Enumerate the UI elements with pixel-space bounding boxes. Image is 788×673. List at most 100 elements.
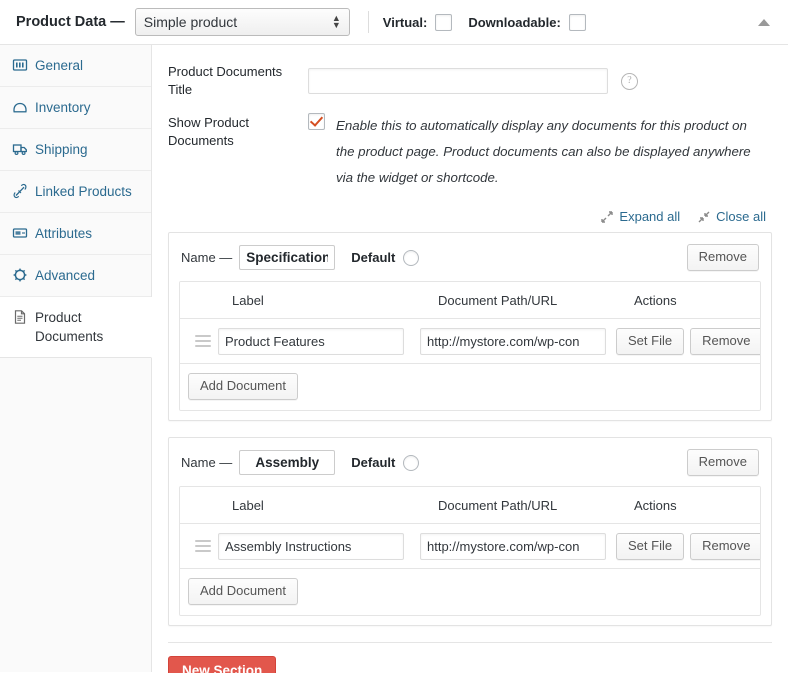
sidebar-item-advanced[interactable]: Advanced xyxy=(0,255,151,297)
document-actions-cell: Set FileRemove xyxy=(616,533,761,560)
downloadable-checkbox-group: Downloadable: xyxy=(468,14,585,31)
product-documents-panel: Product Documents Title ? Show Product D… xyxy=(152,45,788,672)
metabox-body: General Inventory Shipping Linked Products A… xyxy=(0,45,788,672)
product-type-select-wrap: Simple productGrouped productExternal/Af… xyxy=(135,8,350,36)
virtual-label: Virtual: xyxy=(383,15,428,30)
section-default-radio[interactable] xyxy=(403,455,419,471)
add-document-button[interactable]: Add Document xyxy=(188,578,298,605)
documents-title-row: Product Documents Title ? xyxy=(168,63,772,99)
sidebar-item-inventory[interactable]: Inventory xyxy=(0,87,151,129)
virtual-checkbox[interactable] xyxy=(435,14,452,31)
sidebar-item-attributes[interactable]: Attributes xyxy=(0,213,151,255)
document-icon xyxy=(12,309,28,326)
sidebar-item-label: Attributes xyxy=(35,224,92,243)
sidebar-item-linked-products[interactable]: Linked Products xyxy=(0,171,151,213)
section-name-input[interactable] xyxy=(239,245,335,270)
close-all-link[interactable]: Close all xyxy=(698,209,766,224)
document-section: Name —DefaultRemoveLabelDocument Path/UR… xyxy=(168,232,772,421)
documents-table: LabelDocument Path/URLActions Set FileRem… xyxy=(179,486,761,616)
column-header-url: Document Path/URL xyxy=(434,293,634,308)
documents-table-header: LabelDocument Path/URLActions xyxy=(180,282,760,319)
linked-products-icon xyxy=(12,183,28,200)
set-file-button[interactable]: Set File xyxy=(616,533,684,560)
product-type-select[interactable]: Simple productGrouped productExternal/Af… xyxy=(135,8,350,36)
virtual-checkbox-group: Virtual: xyxy=(383,14,453,31)
panel-footer: New Section xyxy=(168,642,772,673)
sidebar-item-label: Advanced xyxy=(35,266,95,285)
collapse-arrows-icon xyxy=(698,211,710,223)
section-name-label: Name — xyxy=(181,455,232,470)
show-documents-row: Show Product Documents Enable this to au… xyxy=(168,113,772,191)
document-url-input[interactable] xyxy=(420,533,606,560)
expand-all-link[interactable]: Expand all xyxy=(601,209,680,224)
section-default-label: Default xyxy=(351,455,395,470)
add-document-row: Add Document xyxy=(180,364,760,410)
documents-table: LabelDocument Path/URLActions Set FileRem… xyxy=(179,281,761,411)
remove-document-button[interactable]: Remove xyxy=(690,328,761,355)
document-url-input[interactable] xyxy=(420,328,606,355)
sidebar-item-label: Inventory xyxy=(35,98,91,117)
document-label-input[interactable] xyxy=(218,533,404,560)
expand-arrows-icon xyxy=(601,211,613,223)
section-name-label: Name — xyxy=(181,250,232,265)
drag-handle-icon[interactable] xyxy=(195,540,211,552)
question-mark-icon[interactable]: ? xyxy=(621,73,638,90)
show-documents-description: Enable this to automatically display any… xyxy=(336,113,766,191)
table-row: Set FileRemove xyxy=(180,524,760,569)
column-header-label: Label xyxy=(218,293,434,308)
section-default-label: Default xyxy=(351,250,395,265)
section-name-input[interactable] xyxy=(239,450,335,475)
attributes-icon xyxy=(12,225,28,242)
sidebar-item-shipping[interactable]: Shipping xyxy=(0,129,151,171)
documents-title-input[interactable] xyxy=(308,68,608,94)
document-url-cell xyxy=(420,328,616,355)
expand-all-label: Expand all xyxy=(619,209,680,224)
drag-handle-cell xyxy=(188,335,218,347)
section-header: Name — Default Remove xyxy=(179,448,761,486)
documents-title-label: Product Documents Title xyxy=(168,63,308,99)
document-label-cell xyxy=(218,328,420,355)
sidebar-item-product-documents[interactable]: Product Documents xyxy=(0,297,152,358)
collapse-metabox-button[interactable] xyxy=(758,0,770,44)
remove-section-button[interactable]: Remove xyxy=(687,244,759,271)
sidebar-item-label: Linked Products xyxy=(35,182,132,201)
set-file-button[interactable]: Set File xyxy=(616,328,684,355)
document-actions-cell: Set FileRemove xyxy=(616,328,761,355)
column-header-actions: Actions xyxy=(634,498,752,513)
shipping-icon xyxy=(12,141,28,158)
table-row: Set FileRemove xyxy=(180,319,760,364)
sidebar-item-label: General xyxy=(35,56,83,75)
documents-table-header: LabelDocument Path/URLActions xyxy=(180,487,760,524)
document-label-input[interactable] xyxy=(218,328,404,355)
page-title: Product Data — xyxy=(16,14,125,30)
document-label-cell xyxy=(218,533,420,560)
add-document-row: Add Document xyxy=(180,569,760,615)
inventory-icon xyxy=(12,99,28,116)
downloadable-checkbox[interactable] xyxy=(569,14,586,31)
expand-collapse-toolbar: Expand all Close all xyxy=(168,209,766,224)
remove-section-button[interactable]: Remove xyxy=(687,449,759,476)
sidebar-item-label: Shipping xyxy=(35,140,88,159)
document-section: Name —DefaultRemoveLabelDocument Path/UR… xyxy=(168,437,772,626)
product-data-metabox: Product Data — Simple productGrouped pro… xyxy=(0,0,788,673)
column-header-label: Label xyxy=(218,498,434,513)
new-section-button[interactable]: New Section xyxy=(168,656,276,673)
column-header-actions: Actions xyxy=(634,293,752,308)
drag-handle-cell xyxy=(188,540,218,552)
product-data-tabs: General Inventory Shipping Linked Products A… xyxy=(0,45,152,672)
add-document-button[interactable]: Add Document xyxy=(188,373,298,400)
section-default-radio[interactable] xyxy=(403,250,419,266)
downloadable-label: Downloadable: xyxy=(468,15,560,30)
drag-handle-icon[interactable] xyxy=(195,335,211,347)
show-documents-checkbox[interactable] xyxy=(308,113,325,130)
column-header-url: Document Path/URL xyxy=(434,498,634,513)
sidebar-item-general[interactable]: General xyxy=(0,45,151,87)
general-icon xyxy=(12,57,28,74)
close-all-label: Close all xyxy=(716,209,766,224)
metabox-header: Product Data — Simple productGrouped pro… xyxy=(0,0,788,45)
remove-document-button[interactable]: Remove xyxy=(690,533,761,560)
sidebar-item-label: Product Documents xyxy=(35,308,141,346)
document-sections-list: Name —DefaultRemoveLabelDocument Path/UR… xyxy=(168,232,772,626)
section-header: Name — Default Remove xyxy=(179,243,761,281)
show-documents-label: Show Product Documents xyxy=(168,113,308,150)
